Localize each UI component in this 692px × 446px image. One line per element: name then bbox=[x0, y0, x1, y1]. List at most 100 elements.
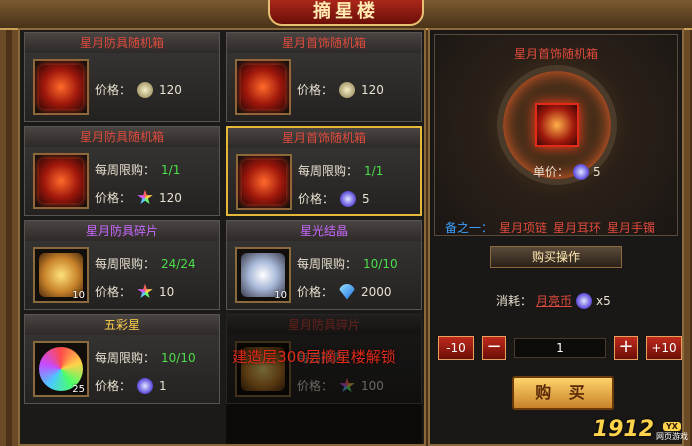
minus-10-button[interactable]: -10 bbox=[438, 336, 474, 360]
minus-button[interactable]: − bbox=[482, 336, 506, 360]
shop-item-card[interactable]: 星月首饰随机箱每周限购： 1/1 价格： 5 bbox=[226, 126, 422, 216]
shop-item-card[interactable]: 星光结晶 10 每周限购： 10/10 价格： 2000 bbox=[226, 220, 422, 310]
preview-price-value: 5 bbox=[593, 164, 601, 179]
unlock-requirement-text: 建造层300层摘星楼解锁 bbox=[232, 348, 396, 366]
item-glow-icon bbox=[39, 65, 83, 109]
item-icon bbox=[235, 59, 291, 115]
weekly-limit-value: 1/1 bbox=[364, 163, 384, 178]
preview-note: 备之一： 星月项链 星月耳环 星月手镯 bbox=[445, 219, 655, 236]
price-value: 2000 bbox=[361, 284, 392, 299]
price-value: 120 bbox=[159, 82, 182, 97]
preview-item: 星月手镯 bbox=[607, 221, 656, 235]
treasure-chest-icon bbox=[535, 103, 579, 147]
shop-item-card[interactable]: 星月防具随机箱每周限购： 1/1 价格： 120 bbox=[24, 126, 220, 216]
preview-price-label: 单价： bbox=[533, 165, 570, 179]
cost-label: 消耗： bbox=[496, 294, 533, 308]
moon-currency-icon bbox=[340, 190, 357, 207]
weekly-limit-value: 10/10 bbox=[363, 256, 398, 271]
weekly-limit-row: 每周限购： 10/10 bbox=[95, 349, 196, 366]
preview-note-label: 备之一： bbox=[445, 221, 494, 235]
moon-currency-icon bbox=[137, 377, 154, 394]
price-row: 价格： 120 bbox=[95, 81, 182, 98]
watermark-sub: 网页游戏 bbox=[656, 432, 688, 441]
item-glow-icon bbox=[39, 159, 83, 203]
weekly-limit-row: 每周限购： 1/1 bbox=[298, 162, 383, 179]
locked-overlay bbox=[226, 314, 422, 444]
price-value: 120 bbox=[159, 190, 182, 205]
item-name: 星月防具随机箱 bbox=[25, 33, 219, 53]
weekly-limit-label: 每周限购： bbox=[95, 163, 156, 177]
weekly-limit-label: 每周限购： bbox=[297, 257, 358, 271]
price-row: 价格： 5 bbox=[298, 190, 370, 207]
weekly-limit-value: 1/1 bbox=[161, 162, 181, 177]
coin-currency-icon bbox=[339, 81, 356, 98]
item-name: 五彩星 bbox=[25, 315, 219, 335]
weekly-limit-label: 每周限购： bbox=[95, 351, 156, 365]
watermark-badge: YX 网页游戏 bbox=[656, 422, 688, 442]
shop-item-card[interactable]: 五彩星 25 每周限购： 10/10 价格： 1 bbox=[24, 314, 220, 404]
item-name: 星月首饰随机箱 bbox=[227, 33, 421, 53]
weekly-limit-value: 24/24 bbox=[161, 256, 196, 271]
weekly-limit-row: 每周限购： 1/1 bbox=[95, 161, 180, 178]
watermark-yx: YX bbox=[663, 422, 681, 431]
price-value: 1 bbox=[159, 378, 167, 393]
item-qty: 10 bbox=[72, 290, 85, 301]
weekly-limit-label: 每周限购： bbox=[298, 164, 359, 178]
item-icon: 10 bbox=[235, 247, 291, 303]
price-value: 10 bbox=[159, 284, 175, 299]
shop-item-card[interactable]: 星月防具碎片 10 每周限购： 24/24 价格： 10 bbox=[24, 220, 220, 310]
preview-title: 星月首饰随机箱 bbox=[513, 47, 598, 61]
price-row: 价格： 1 bbox=[95, 377, 167, 394]
price-value: 5 bbox=[362, 191, 370, 206]
shop-item-grid: 星月防具随机箱 价格： 120 星月首饰随机箱 价格： 120 星月防具随机箱 每周限购： 1/… bbox=[18, 28, 426, 446]
price-value: 120 bbox=[361, 82, 384, 97]
item-qty: 25 bbox=[72, 384, 85, 395]
preview-item: 星月耳环 bbox=[553, 221, 602, 235]
price-row: 价格： 2000 bbox=[297, 283, 392, 300]
price-label: 价格： bbox=[297, 285, 334, 299]
shop-item-card[interactable]: 星月防具随机箱价格： 120 bbox=[24, 32, 220, 122]
currency-link[interactable]: 月亮币 bbox=[536, 292, 572, 309]
item-name: 星月首饰随机箱 bbox=[228, 128, 420, 148]
gem-currency-icon bbox=[339, 283, 356, 300]
item-glow-icon bbox=[242, 160, 286, 204]
price-row: 价格： 10 bbox=[95, 283, 174, 300]
plus-button[interactable]: + bbox=[614, 336, 638, 360]
detail-panel: 星月首饰随机箱 单价： 5 备之一： 星月项链 星月耳环 星月手镯 购买操作 消耗： … bbox=[428, 28, 684, 446]
item-name: 星光结晶 bbox=[227, 221, 421, 241]
preview-price: 单价： 5 bbox=[533, 163, 601, 180]
weekly-limit-label: 每周限购： bbox=[95, 257, 156, 271]
star-currency-icon bbox=[137, 189, 153, 205]
item-icon bbox=[33, 59, 89, 115]
page-title: 摘星楼 bbox=[268, 0, 424, 26]
item-preview: 星月首饰随机箱 单价： 5 备之一： 星月项链 星月耳环 星月手镯 bbox=[434, 34, 678, 236]
watermark-number: 1912 bbox=[592, 417, 654, 442]
buy-section-title: 购买操作 bbox=[490, 246, 622, 268]
price-label: 价格： bbox=[95, 191, 132, 205]
moon-coin-icon bbox=[573, 163, 590, 180]
shop-item-card[interactable]: 星月首饰随机箱价格： 120 bbox=[226, 32, 422, 122]
site-watermark: 1912 YX 网页游戏 bbox=[593, 417, 688, 442]
item-name: 星月防具碎片 bbox=[25, 221, 219, 241]
price-label: 价格： bbox=[95, 83, 132, 97]
item-icon bbox=[33, 153, 89, 209]
price-label: 价格： bbox=[298, 192, 335, 206]
cost-row: 消耗： 月亮币 x5 bbox=[496, 292, 611, 309]
item-icon: 25 bbox=[33, 341, 89, 397]
price-label: 价格： bbox=[297, 83, 334, 97]
buy-button[interactable]: 购 买 bbox=[512, 376, 614, 410]
item-name: 星月防具随机箱 bbox=[25, 127, 219, 147]
preview-item: 星月项链 bbox=[499, 221, 548, 235]
price-label: 价格： bbox=[95, 379, 132, 393]
quantity-input[interactable]: 1 bbox=[514, 338, 606, 358]
coin-currency-icon bbox=[137, 81, 154, 98]
item-glow-icon bbox=[241, 65, 285, 109]
moon-coin-icon bbox=[576, 292, 593, 309]
star-currency-icon bbox=[137, 283, 153, 299]
weekly-limit-row: 每周限购： 24/24 bbox=[95, 255, 196, 272]
item-icon bbox=[236, 154, 292, 210]
item-icon: 10 bbox=[33, 247, 89, 303]
item-qty: 10 bbox=[274, 290, 287, 301]
price-row: 价格： 120 bbox=[95, 189, 182, 206]
plus-10-button[interactable]: +10 bbox=[646, 336, 682, 360]
